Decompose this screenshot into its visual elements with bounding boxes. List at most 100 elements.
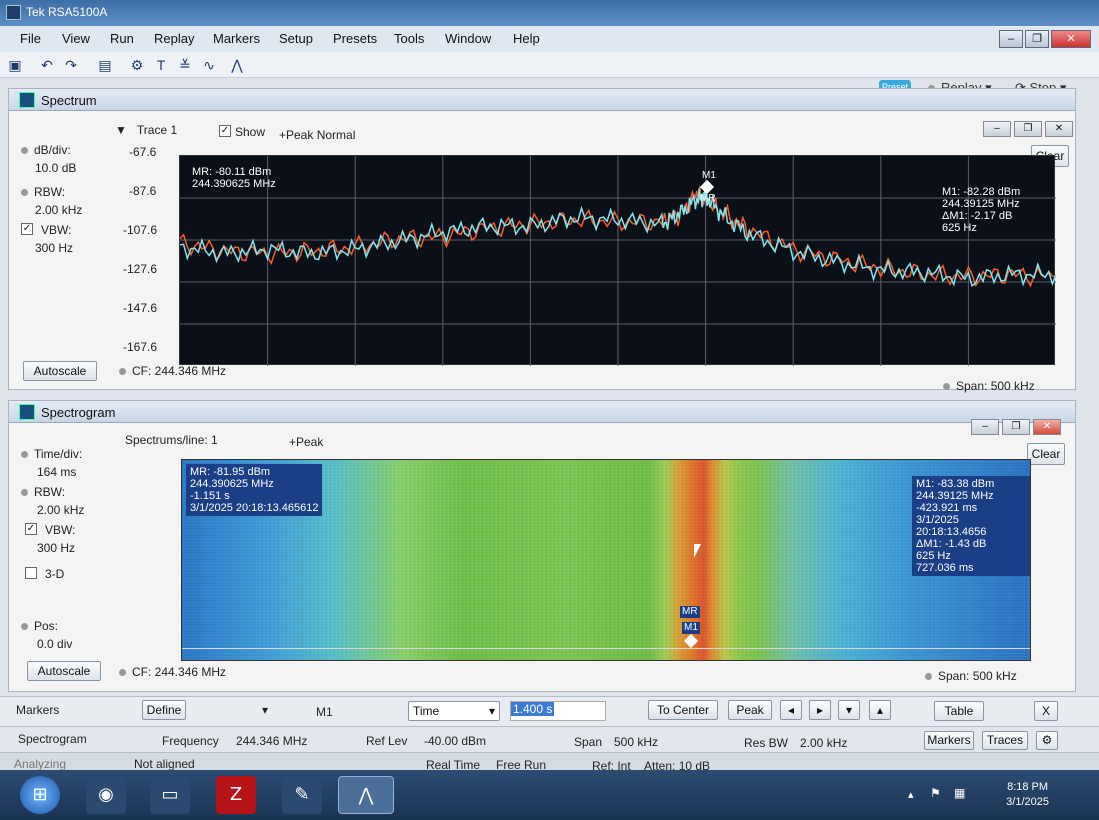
run-state: Analyzing	[14, 757, 67, 771]
peak-button[interactable]: Peak	[728, 700, 772, 720]
menu-setup[interactable]: Setup	[279, 31, 313, 46]
panel-close-button[interactable]: ✕	[1033, 419, 1061, 435]
file-explorer-icon[interactable]: ▭	[150, 776, 190, 814]
menu-run[interactable]: Run	[110, 31, 134, 46]
marker-dropdown-chevron-icon[interactable]: ▾	[262, 703, 268, 717]
trace-icon[interactable]: ∿	[200, 56, 218, 74]
firefox-icon[interactable]: ◉	[86, 776, 126, 814]
spectrum-autoscale-button[interactable]: Autoscale	[23, 361, 97, 381]
m1-readout: M1: -82.28 dBm 244.39125 MHz ΔM1: -2.17 dB…	[942, 186, 1021, 234]
marker-mode-select[interactable]: Time ▾	[408, 701, 500, 721]
spectrum-cf[interactable]: CF: 244.346 MHz	[119, 364, 226, 378]
redo-icon[interactable]: ↷	[62, 56, 80, 74]
markers-button[interactable]: Markers	[924, 731, 974, 750]
vbw-checkbox[interactable]: ✓	[21, 223, 33, 235]
markers-close-button[interactable]: X	[1034, 701, 1058, 721]
marker-icon[interactable]: ≚	[176, 56, 194, 74]
window-titlebar: Tek RSA5100A	[0, 0, 1099, 26]
notepad-plus-plus-icon[interactable]: ✎	[282, 776, 322, 814]
menu-presets[interactable]: Presets	[333, 31, 377, 46]
panel-close-button[interactable]: ✕	[1045, 121, 1073, 137]
table-button[interactable]: Table	[934, 701, 984, 721]
res-bw-value[interactable]: 2.00 kHz	[800, 736, 847, 750]
app-icon	[6, 5, 21, 20]
peak-left-icon[interactable]: ◂	[780, 700, 802, 720]
menu-window[interactable]: Window	[445, 31, 491, 46]
spectrum-icon	[19, 92, 35, 108]
menu-tools[interactable]: Tools	[394, 31, 424, 46]
time-marker-line[interactable]	[182, 648, 1030, 649]
spectrogram-detector: +Peak	[289, 435, 324, 449]
define-button[interactable]: Define	[142, 700, 186, 720]
to-center-button[interactable]: To Center	[648, 700, 718, 720]
peak-icon[interactable]: ⋀	[228, 56, 246, 74]
show-checkbox[interactable]: ✓	[219, 125, 231, 137]
window-title: Tek RSA5100A	[26, 5, 108, 19]
y-tick: -147.6	[123, 301, 158, 315]
spectrum-title: Spectrum	[41, 93, 97, 108]
peak-up-icon[interactable]: ▴	[869, 700, 891, 720]
text-icon[interactable]: T	[152, 56, 170, 74]
traces-button[interactable]: Traces	[982, 731, 1028, 750]
marker-value-input[interactable]: 1.400 s	[510, 701, 606, 721]
minimize-button[interactable]: –	[999, 30, 1023, 48]
restore-button[interactable]: ❐	[1025, 30, 1049, 48]
span-label: Span	[574, 735, 603, 749]
frequency-value[interactable]: 244.346 MHz	[236, 734, 307, 748]
dbdiv-value: 10.0 dB	[35, 161, 77, 175]
close-button[interactable]: ✕	[1051, 30, 1091, 48]
y-tick: -67.6	[129, 145, 157, 159]
panel-restore-button[interactable]: ❐	[1014, 121, 1042, 137]
vbw-checkbox[interactable]: ✓	[25, 523, 37, 535]
ref-level-value[interactable]: -40.00 dBm	[424, 734, 486, 748]
flag-icon[interactable]: ⚑	[930, 786, 941, 800]
displays-icon[interactable]: ▤	[96, 56, 114, 74]
spectrogram-title: Spectrogram	[41, 405, 116, 420]
span-value[interactable]: 500 kHz	[614, 735, 658, 749]
settings-gear-icon[interactable]: ⚙	[128, 56, 146, 74]
m1-marker-label: M1	[702, 170, 716, 181]
spectrum-span[interactable]: Span: 500 kHz	[943, 379, 1035, 393]
timediv-value: 164 ms	[37, 465, 77, 479]
spectrogram-plot[interactable]: MR: -81.95 dBm 244.390625 MHz -1.151 s 3/1/…	[181, 459, 1031, 661]
res-bw-label: Res BW	[744, 736, 789, 750]
save-icon[interactable]: ▣	[6, 56, 24, 74]
undo-icon[interactable]: ↶	[38, 56, 56, 74]
taskbar-clock[interactable]: 8:18 PM 3/1/2025	[1006, 780, 1049, 810]
network-icon[interactable]: ▦	[954, 786, 965, 800]
menu-bar: File View Run Replay Markers Setup Prese…	[0, 26, 1099, 52]
menu-file[interactable]: File	[20, 31, 41, 46]
spectrogram-clear-button[interactable]: Clear	[1027, 443, 1065, 465]
panel-minimize-button[interactable]: –	[983, 121, 1011, 137]
rbw-label[interactable]: RBW:	[21, 485, 65, 499]
peak-down-icon[interactable]: ▾	[838, 700, 860, 720]
panel-restore-button[interactable]: ❐	[1002, 419, 1030, 435]
peak-right-icon[interactable]: ▸	[809, 700, 831, 720]
spectrogram-span[interactable]: Span: 500 kHz	[925, 669, 1017, 683]
spectrogram-autoscale-button[interactable]: Autoscale	[27, 661, 101, 681]
menu-help[interactable]: Help	[513, 31, 540, 46]
rbw-label[interactable]: RBW:	[21, 185, 65, 199]
menu-replay[interactable]: Replay	[154, 31, 194, 46]
menu-view[interactable]: View	[62, 31, 90, 46]
spectrum-trace-svg	[179, 156, 1057, 366]
selected-marker[interactable]: M1	[316, 705, 333, 719]
dbdiv-label[interactable]: dB/div:	[21, 143, 71, 157]
y-tick: -87.6	[129, 184, 157, 198]
pos-label[interactable]: Pos:	[21, 619, 58, 633]
3d-checkbox[interactable]	[25, 567, 37, 579]
panel-minimize-button[interactable]: –	[971, 419, 999, 435]
tek-rsa-taskbar-icon[interactable]: ⋀	[338, 776, 394, 814]
settings-gear-icon[interactable]: ⚙	[1036, 731, 1058, 750]
tray-arrow-icon[interactable]: ▴	[908, 788, 914, 801]
spectrum-panel: Spectrum ▼ Trace 1 ✓ Show +Peak Normal –…	[8, 88, 1076, 393]
start-button-icon[interactable]: ⊞	[20, 776, 60, 814]
rbw-value: 2.00 kHz	[37, 503, 85, 517]
menu-markers[interactable]: Markers	[213, 31, 260, 46]
spectrogram-cf[interactable]: CF: 244.346 MHz	[119, 665, 226, 679]
alignment-status[interactable]: Not aligned	[134, 757, 195, 771]
timediv-label[interactable]: Time/div:	[21, 447, 82, 461]
spectrum-plot[interactable]: MR: -80.11 dBm 244.390625 MHz M1: -82.28 …	[179, 155, 1057, 366]
trace-select[interactable]: ▼ Trace 1	[115, 123, 177, 137]
filezilla-icon[interactable]: Z	[216, 776, 256, 814]
